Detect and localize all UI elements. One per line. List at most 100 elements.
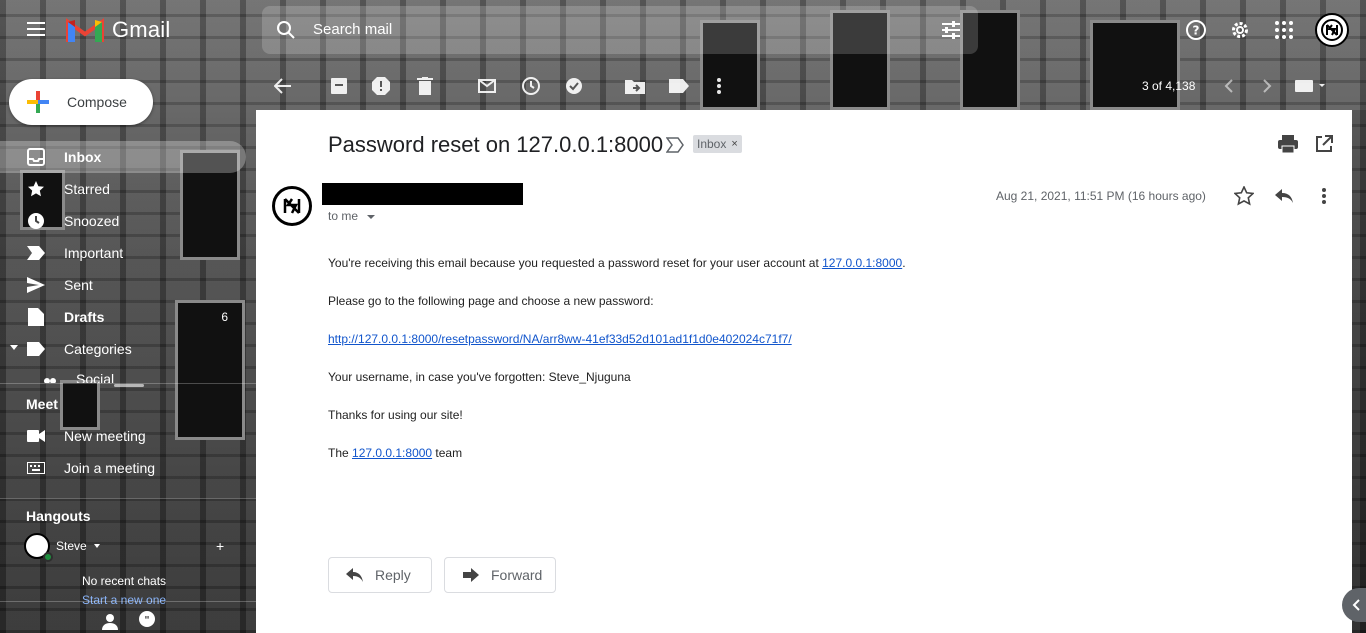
search-input[interactable]: Search mail: [313, 21, 392, 38]
inbox-label-chip: Inbox ×: [693, 135, 742, 153]
drafts-count: 6: [221, 310, 228, 324]
snooze-clock-icon[interactable]: [520, 75, 542, 97]
expand-arrow-icon[interactable]: [10, 345, 18, 350]
sidebar-item-drafts[interactable]: Drafts 6: [0, 301, 246, 333]
star-message-icon[interactable]: [1232, 184, 1256, 208]
apps-grid-icon[interactable]: [1270, 16, 1298, 44]
redacted-sender-name: [322, 183, 523, 205]
label-important-icon: [26, 243, 46, 263]
message-toolbar: 3 of 4,138: [256, 66, 1366, 106]
body-paragraph-4: Your username, in case you've forgotten:…: [328, 370, 631, 384]
compose-button[interactable]: Compose: [9, 79, 153, 125]
site-link[interactable]: 127.0.0.1:8000: [352, 446, 432, 460]
pagination-count: 3 of 4,138: [1142, 79, 1196, 93]
compose-plus-icon: [27, 91, 49, 113]
importance-marker-icon[interactable]: [666, 137, 684, 153]
body-paragraph-2: Please go to the following page and choo…: [328, 294, 654, 308]
newer-chevron-left-icon[interactable]: [1218, 75, 1240, 97]
sidebar-item-important[interactable]: Important: [0, 237, 246, 269]
inbox-icon: [26, 147, 46, 167]
archive-icon[interactable]: [328, 75, 350, 97]
video-camera-icon: [26, 426, 46, 446]
reply-label: Reply: [375, 567, 411, 583]
send-icon: [26, 275, 46, 295]
search-bar[interactable]: Search mail: [262, 6, 978, 54]
password-reset-link[interactable]: http://127.0.0.1:8000/resetpassword/NA/a…: [328, 332, 792, 346]
report-spam-icon[interactable]: [370, 75, 392, 97]
site-link[interactable]: 127.0.0.1:8000: [822, 256, 902, 270]
join-meeting-item[interactable]: Join a meeting: [0, 452, 246, 484]
new-meeting-item[interactable]: New meeting: [0, 420, 246, 452]
side-panel-strip: [1352, 110, 1366, 633]
sidebar-item-social[interactable]: Social: [0, 367, 246, 383]
more-options-vertical-icon[interactable]: [708, 75, 730, 97]
reply-icon: [345, 565, 365, 585]
back-arrow-icon[interactable]: [272, 75, 294, 97]
message-date: Aug 21, 2021, 11:51 PM (16 hours ago): [996, 189, 1206, 203]
search-icon[interactable]: [274, 18, 298, 42]
start-new-chat-link[interactable]: Start a new one: [82, 593, 166, 605]
body-text: .: [902, 256, 906, 270]
no-recent-chats-text: No recent chats: [82, 574, 167, 588]
remove-label-icon[interactable]: ×: [731, 138, 737, 150]
sidebar-item-starred[interactable]: Starred: [0, 173, 246, 205]
message-pane: Password reset on 127.0.0.1:8000 Inbox ×…: [256, 110, 1352, 633]
user-status-dropdown-icon[interactable]: [94, 544, 100, 548]
sidebar-divider: [0, 383, 256, 384]
add-chat-icon[interactable]: +: [216, 538, 224, 554]
sidebar-item-label: Drafts: [64, 309, 105, 325]
settings-gear-icon[interactable]: [1226, 16, 1254, 44]
sidebar-item-label: Starred: [64, 181, 110, 197]
body-paragraph-3: http://127.0.0.1:8000/resetpassword/NA/a…: [328, 332, 792, 346]
hangouts-chat-icon[interactable]: ": [138, 610, 156, 628]
open-in-new-window-icon[interactable]: [1312, 132, 1336, 156]
main-menu-button[interactable]: [20, 18, 52, 42]
top-header: Gmail Search mail ?: [0, 0, 1366, 60]
body-text: team: [432, 446, 463, 460]
sidebar-item-label: Snoozed: [64, 213, 120, 229]
hangouts-user-name[interactable]: Steve: [56, 539, 87, 553]
move-to-icon[interactable]: [624, 75, 646, 97]
star-icon: [26, 179, 46, 199]
reply-button[interactable]: Reply: [328, 557, 432, 593]
help-icon[interactable]: ?: [1182, 16, 1210, 44]
label-icon: [26, 339, 46, 359]
dropdown-caret-icon: [367, 214, 376, 219]
mark-unread-icon[interactable]: [476, 75, 498, 97]
sidebar-item-categories[interactable]: Categories: [0, 333, 246, 365]
join-meeting-label: Join a meeting: [64, 460, 156, 476]
keyboard-icon: [26, 458, 46, 478]
sidebar-item-inbox[interactable]: Inbox: [0, 141, 246, 173]
online-status-indicator: [43, 552, 53, 562]
gmail-logo[interactable]: Gmail: [66, 15, 170, 45]
more-options-vertical-icon[interactable]: [1312, 184, 1336, 208]
email-subject: Password reset on 127.0.0.1:8000: [328, 132, 664, 157]
sidebar-item-label: Inbox: [64, 149, 102, 165]
new-meeting-label: New meeting: [64, 428, 146, 444]
labels-icon[interactable]: [668, 75, 690, 97]
add-to-tasks-icon[interactable]: [564, 75, 586, 97]
recipient-details-toggle[interactable]: to me: [328, 209, 376, 223]
sender-monogram-icon: [283, 198, 301, 214]
contacts-person-icon[interactable]: [100, 612, 120, 630]
clock-icon: [26, 211, 46, 231]
search-options-icon[interactable]: [940, 19, 962, 41]
body-text: You're receiving this email because you …: [328, 256, 823, 270]
reply-arrow-icon[interactable]: [1272, 184, 1296, 208]
delete-trash-icon[interactable]: [414, 75, 436, 97]
print-icon[interactable]: [1276, 132, 1300, 156]
app-name: Gmail: [112, 17, 171, 42]
account-avatar[interactable]: [1315, 13, 1349, 47]
svg-text:?: ?: [1193, 24, 1200, 38]
sidebar-scrollbar[interactable]: [114, 384, 144, 387]
older-chevron-right-icon[interactable]: [1256, 75, 1278, 97]
gmail-m-icon: [66, 18, 104, 42]
sidebar-item-sent[interactable]: Sent: [0, 269, 246, 301]
sidebar-divider: [0, 601, 256, 602]
input-tools-keyboard-icon[interactable]: [1292, 75, 1328, 97]
sidebar-item-snoozed[interactable]: Snoozed: [0, 205, 246, 237]
sender-avatar[interactable]: [272, 186, 312, 226]
meet-section-title: Meet: [26, 396, 58, 412]
forward-button[interactable]: Forward: [444, 557, 556, 593]
sidebar-item-label: Social: [76, 371, 115, 383]
